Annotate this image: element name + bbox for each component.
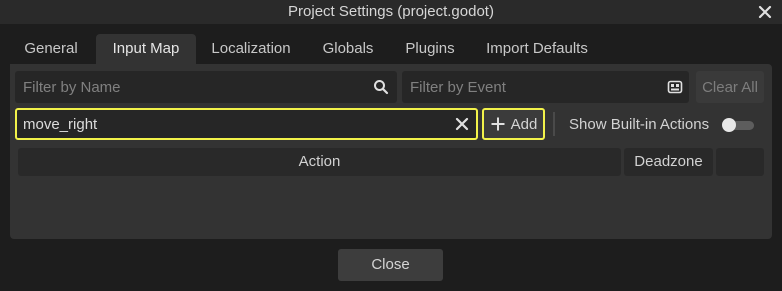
plus-icon	[490, 116, 506, 132]
show-builtin-label[interactable]: Show Built-in Actions	[569, 115, 709, 135]
filter-by-name-input[interactable]	[23, 71, 363, 103]
filter-by-event-field[interactable]	[402, 71, 689, 103]
close-button[interactable]: Close	[338, 249, 443, 281]
column-header-action[interactable]: Action	[18, 148, 621, 176]
tab-import-defaults[interactable]: Import Defaults	[476, 34, 598, 64]
tab-globals[interactable]: Globals	[310, 34, 386, 64]
filter-by-name-field[interactable]	[15, 71, 397, 103]
close-icon[interactable]	[758, 1, 774, 23]
show-builtin-toggle[interactable]	[722, 118, 758, 132]
column-header-deadzone[interactable]: Deadzone	[624, 148, 713, 176]
toggle-knob	[722, 118, 736, 132]
tab-bar: General Input Map Localization Globals P…	[10, 34, 772, 64]
tab-general[interactable]: General	[10, 34, 92, 64]
search-icon[interactable]	[373, 79, 389, 95]
new-action-input[interactable]	[23, 108, 443, 140]
tab-localization[interactable]: Localization	[200, 34, 302, 64]
window-title: Project Settings (project.godot)	[288, 3, 494, 20]
filter-by-event-input[interactable]	[410, 71, 660, 103]
column-header-buttons	[716, 148, 764, 176]
clear-all-button[interactable]: Clear All	[696, 71, 764, 103]
tab-plugins[interactable]: Plugins	[395, 34, 465, 64]
keyboard-icon[interactable]	[667, 79, 683, 95]
add-action-button[interactable]: Add	[482, 108, 545, 140]
toolbar-separator	[553, 112, 555, 136]
add-button-label: Add	[510, 115, 538, 133]
tab-input-map[interactable]: Input Map	[96, 34, 196, 64]
new-action-field[interactable]	[15, 108, 478, 140]
clear-icon[interactable]	[454, 116, 470, 132]
title-bar: Project Settings (project.godot)	[0, 0, 782, 24]
